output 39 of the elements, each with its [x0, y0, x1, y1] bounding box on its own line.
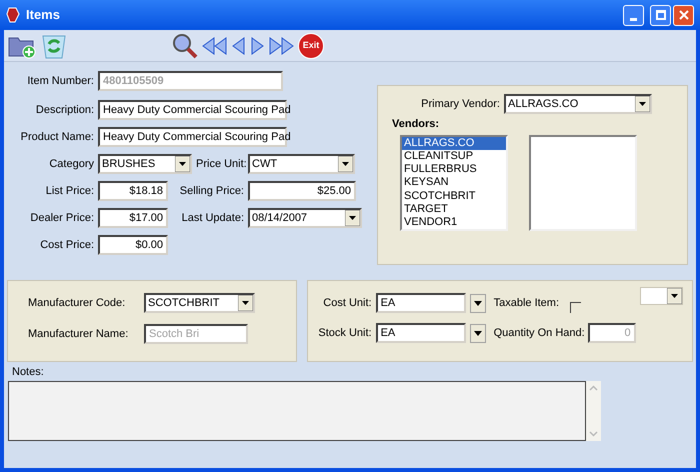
field-label: Primary Vendor:: [420, 96, 500, 112]
notes-label: Notes:: [12, 365, 45, 380]
dropdown[interactable]: BRUSHES: [98, 154, 192, 174]
field-label: Quantity On Hand:: [494, 326, 584, 341]
field-label: Cost Price:: [39, 238, 94, 253]
dropdown[interactable]: 08/14/2007: [248, 208, 362, 228]
vendor-list-item[interactable]: KEYSAN: [402, 176, 506, 190]
field-label: Price Unit:: [196, 156, 244, 172]
field-label: Manufacturer Name:: [28, 326, 130, 342]
field-label: Cost Unit:: [322, 296, 372, 311]
field-label: Product Name:: [20, 130, 94, 145]
input-field[interactable]: EA: [376, 293, 466, 313]
field-label: Last Update:: [180, 210, 244, 226]
dropdown[interactable]: ALLRAGS.CO: [504, 94, 652, 114]
input-field[interactable]: $0.00: [98, 235, 168, 255]
field-label: Dealer Price:: [29, 210, 94, 226]
field-label: Taxable Item:: [494, 296, 560, 311]
vendor-list-item[interactable]: FULLERBRUS: [402, 163, 506, 176]
field-label: Item Number:: [26, 74, 94, 89]
vendors-heading: Vendors:: [392, 117, 440, 132]
vendor-list-item[interactable]: TARGET: [402, 202, 506, 216]
input-field[interactable]: EA: [376, 323, 466, 343]
vendor-list-item[interactable]: VENDOR1: [402, 216, 506, 230]
field-label: Stock Unit:: [317, 326, 372, 341]
vendor-list-item[interactable]: CLEANITSUP: [402, 150, 506, 164]
window-title: Items: [26, 6, 61, 24]
field-label: List Price:: [44, 184, 94, 199]
field-label: Category: [48, 156, 94, 172]
dropdown[interactable]: CWT: [248, 154, 355, 174]
input-field[interactable]: $18.18: [98, 181, 168, 201]
input-field[interactable]: $25.00: [248, 181, 356, 201]
field-label: Manufacturer Code:: [28, 296, 126, 311]
field-label: Description:: [34, 102, 94, 118]
field-label: Selling Price:: [178, 184, 244, 199]
dropdown[interactable]: SCOTCHBRIT: [144, 293, 255, 313]
exit-button[interactable]: Exit: [298, 32, 324, 58]
vendor-list-item[interactable]: SCOTCHBRIT: [402, 190, 506, 203]
vendor-list-item[interactable]: ALLRAGS.CO: [402, 136, 506, 150]
input-field[interactable]: $17.00: [98, 208, 168, 228]
